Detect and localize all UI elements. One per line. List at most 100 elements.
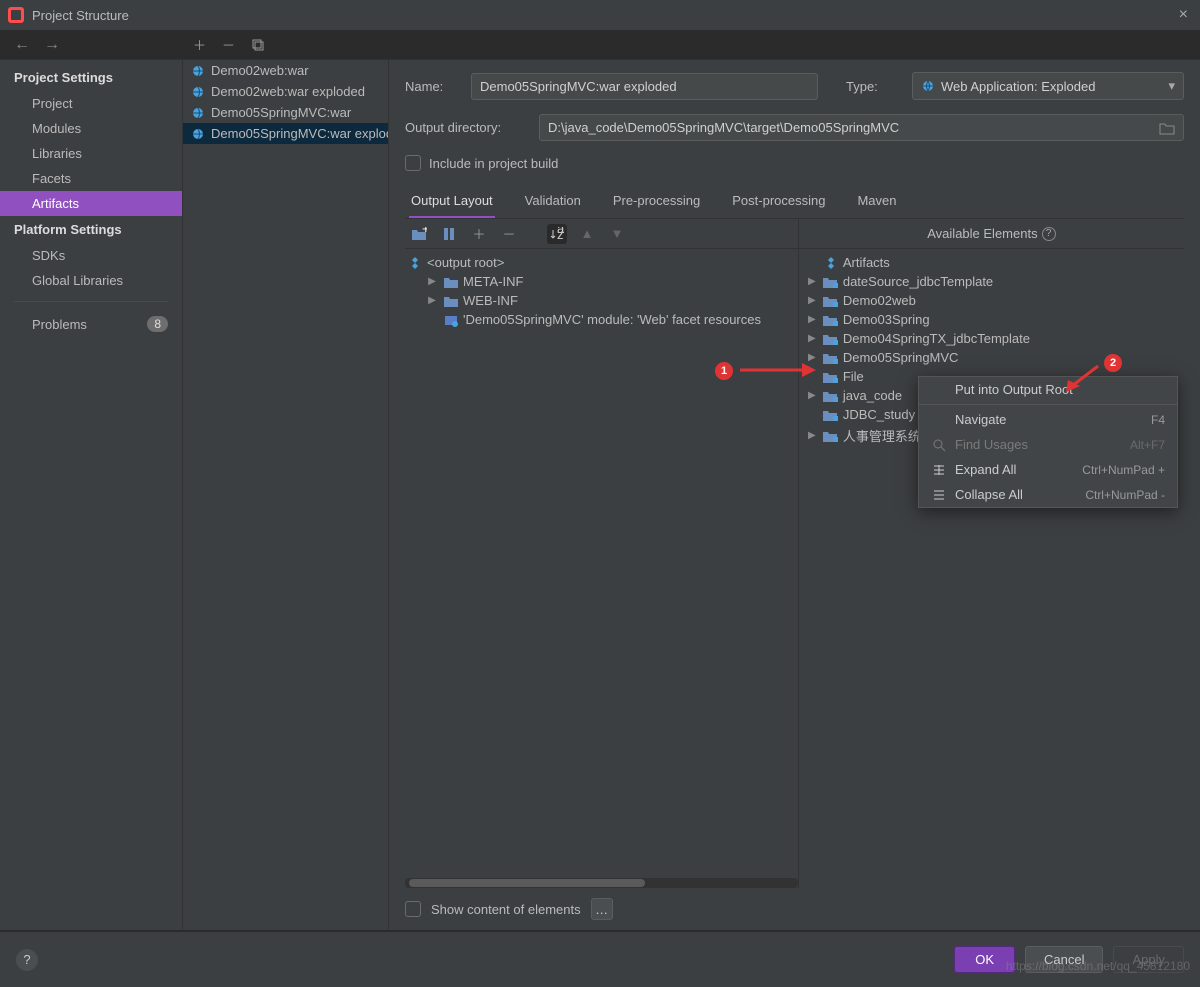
artifact-item[interactable]: Demo05SpringMVC:war exploded — [183, 123, 388, 144]
show-content-checkbox[interactable] — [405, 901, 421, 917]
include-label: Include in project build — [429, 156, 558, 171]
menu-item-icon — [931, 438, 947, 452]
context-menu-item[interactable]: Expand AllCtrl+NumPad + — [919, 457, 1177, 482]
tree-row[interactable]: 'Demo05SpringMVC' module: 'Web' facet re… — [407, 310, 796, 329]
folder-icon — [443, 275, 459, 289]
annotation-badge-1: 1 — [715, 362, 733, 380]
nav-history: ← → — [0, 30, 183, 60]
artifact-item[interactable]: Demo02web:war — [183, 60, 388, 81]
artifact-icon — [191, 64, 205, 78]
tree-row[interactable]: ▶Demo04SpringTX_jdbcTemplate — [805, 329, 1182, 348]
back-icon[interactable]: ← — [14, 36, 30, 54]
artifact-name-input[interactable]: Demo05SpringMVC:war exploded — [471, 73, 818, 100]
section-project-settings: Project Settings — [0, 64, 182, 91]
include-in-build-checkbox[interactable]: Include in project build — [405, 155, 1184, 171]
artifact-tabs: Output Layout Validation Pre-processing Pos… — [405, 185, 1184, 219]
output-root-label: <output root> — [427, 255, 504, 270]
new-archive-icon[interactable] — [439, 224, 459, 244]
sidebar-item-modules[interactable]: Modules — [0, 116, 182, 141]
module-icon — [823, 294, 839, 308]
horizontal-scrollbar[interactable] — [405, 878, 798, 888]
outdir-value: D:\java_code\Demo05SpringMVC\target\Demo… — [548, 120, 899, 135]
more-options-button[interactable]: … — [591, 898, 613, 920]
footer-help-button[interactable]: ? — [16, 949, 38, 971]
artifact-item[interactable]: Demo05SpringMVC:war — [183, 102, 388, 123]
settings-sidebar: Project Settings ProjectModulesLibraries… — [0, 60, 183, 930]
context-menu-item[interactable]: Collapse AllCtrl+NumPad - — [919, 482, 1177, 507]
menu-item-icon — [931, 488, 947, 502]
tree-row[interactable]: ▶WEB-INF — [407, 291, 796, 310]
remove-artifact-icon[interactable]: － — [222, 35, 235, 54]
help-icon[interactable]: ? — [1042, 227, 1056, 241]
tree-row[interactable]: ▶Demo02web — [805, 291, 1182, 310]
expand-icon[interactable]: ▶ — [805, 333, 819, 344]
context-menu-item[interactable]: NavigateF4 — [919, 407, 1177, 432]
available-elements-tree[interactable]: Artifacts▶dateSource_jdbcTemplate▶Demo02… — [799, 249, 1184, 888]
sidebar-item-sdks[interactable]: SDKs — [0, 243, 182, 268]
output-directory-input[interactable]: D:\java_code\Demo05SpringMVC\target\Demo… — [539, 114, 1184, 141]
module-icon — [823, 389, 839, 403]
move-up-icon[interactable]: ▲ — [577, 224, 597, 244]
artifacts-list: Demo02web:warDemo02web:war explodedDemo0… — [183, 60, 389, 930]
sidebar-item-facets[interactable]: Facets — [0, 166, 182, 191]
remove-icon[interactable]: － — [499, 224, 519, 244]
type-value: Web Application: Exploded — [941, 79, 1095, 94]
web-icon — [921, 79, 935, 93]
browse-folder-icon[interactable] — [1159, 121, 1175, 135]
copy-artifact-icon[interactable] — [251, 38, 265, 52]
chevron-down-icon: ▾ — [1168, 78, 1175, 94]
module-icon — [823, 408, 839, 422]
artifact-icon — [191, 85, 205, 99]
sort-icon[interactable]: az — [547, 224, 567, 244]
watermark: https://blog.csdn.net/qq_45812180 — [1006, 959, 1190, 973]
tree-row[interactable]: ▶Demo03Spring — [805, 310, 1182, 329]
sidebar-item-libraries[interactable]: Libraries — [0, 141, 182, 166]
new-folder-icon[interactable]: + — [409, 224, 429, 244]
tree-row[interactable]: Artifacts — [805, 253, 1182, 272]
tab-pre-processing[interactable]: Pre-processing — [611, 185, 702, 218]
expand-icon[interactable]: ▶ — [805, 390, 819, 401]
tree-row[interactable]: ▶META-INF — [407, 272, 796, 291]
add-artifact-icon[interactable]: ＋ — [193, 35, 206, 54]
context-menu: Put into Output RootNavigateF4Find Usage… — [918, 376, 1178, 508]
checkbox-icon — [405, 155, 421, 171]
expand-icon[interactable]: ▶ — [425, 295, 439, 306]
sidebar-item-project[interactable]: Project — [0, 91, 182, 116]
expand-icon[interactable]: ▶ — [805, 295, 819, 306]
sidebar-item-problems[interactable]: Problems 8 — [0, 310, 182, 338]
move-down-icon[interactable]: ▼ — [607, 224, 627, 244]
artifact-type-select[interactable]: Web Application: Exploded ▾ — [912, 72, 1184, 100]
facet-icon — [443, 313, 459, 327]
tab-validation[interactable]: Validation — [523, 185, 583, 218]
module-icon — [823, 429, 839, 443]
sidebar-item-artifacts[interactable]: Artifacts — [0, 191, 182, 216]
problems-label: Problems — [32, 317, 87, 332]
context-menu-item[interactable]: Put into Output Root — [919, 377, 1177, 402]
svg-text:z: z — [557, 227, 564, 241]
section-platform-settings: Platform Settings — [0, 216, 182, 243]
expand-icon[interactable]: ▶ — [425, 276, 439, 287]
tree-row[interactable]: ▶Demo05SpringMVC — [805, 348, 1182, 367]
artifact-icon — [191, 127, 205, 141]
tab-maven[interactable]: Maven — [855, 185, 898, 218]
tab-output-layout[interactable]: Output Layout — [409, 185, 495, 218]
module-icon — [823, 332, 839, 346]
tree-row[interactable]: ▶dateSource_jdbcTemplate — [805, 272, 1182, 291]
sidebar-item-global-libraries[interactable]: Global Libraries — [0, 268, 182, 293]
name-label: Name: — [405, 79, 457, 94]
expand-icon[interactable]: ▶ — [805, 314, 819, 325]
output-layout-tree[interactable]: <output root> ▶META-INF▶WEB-INF'Demo05Sp… — [405, 249, 798, 874]
forward-icon[interactable]: → — [44, 36, 60, 54]
module-icon — [823, 313, 839, 327]
svg-text:+: + — [422, 227, 427, 236]
output-root-icon — [407, 256, 423, 270]
tab-post-processing[interactable]: Post-processing — [730, 185, 827, 218]
close-icon[interactable]: × — [1175, 6, 1192, 24]
add-copy-icon[interactable]: ＋ — [469, 224, 489, 244]
app-icon — [8, 7, 24, 23]
window-title: Project Structure — [32, 8, 129, 23]
artifact-item[interactable]: Demo02web:war exploded — [183, 81, 388, 102]
artifact-icon — [191, 106, 205, 120]
expand-icon[interactable]: ▶ — [805, 276, 819, 287]
expand-icon[interactable]: ▶ — [805, 430, 819, 441]
